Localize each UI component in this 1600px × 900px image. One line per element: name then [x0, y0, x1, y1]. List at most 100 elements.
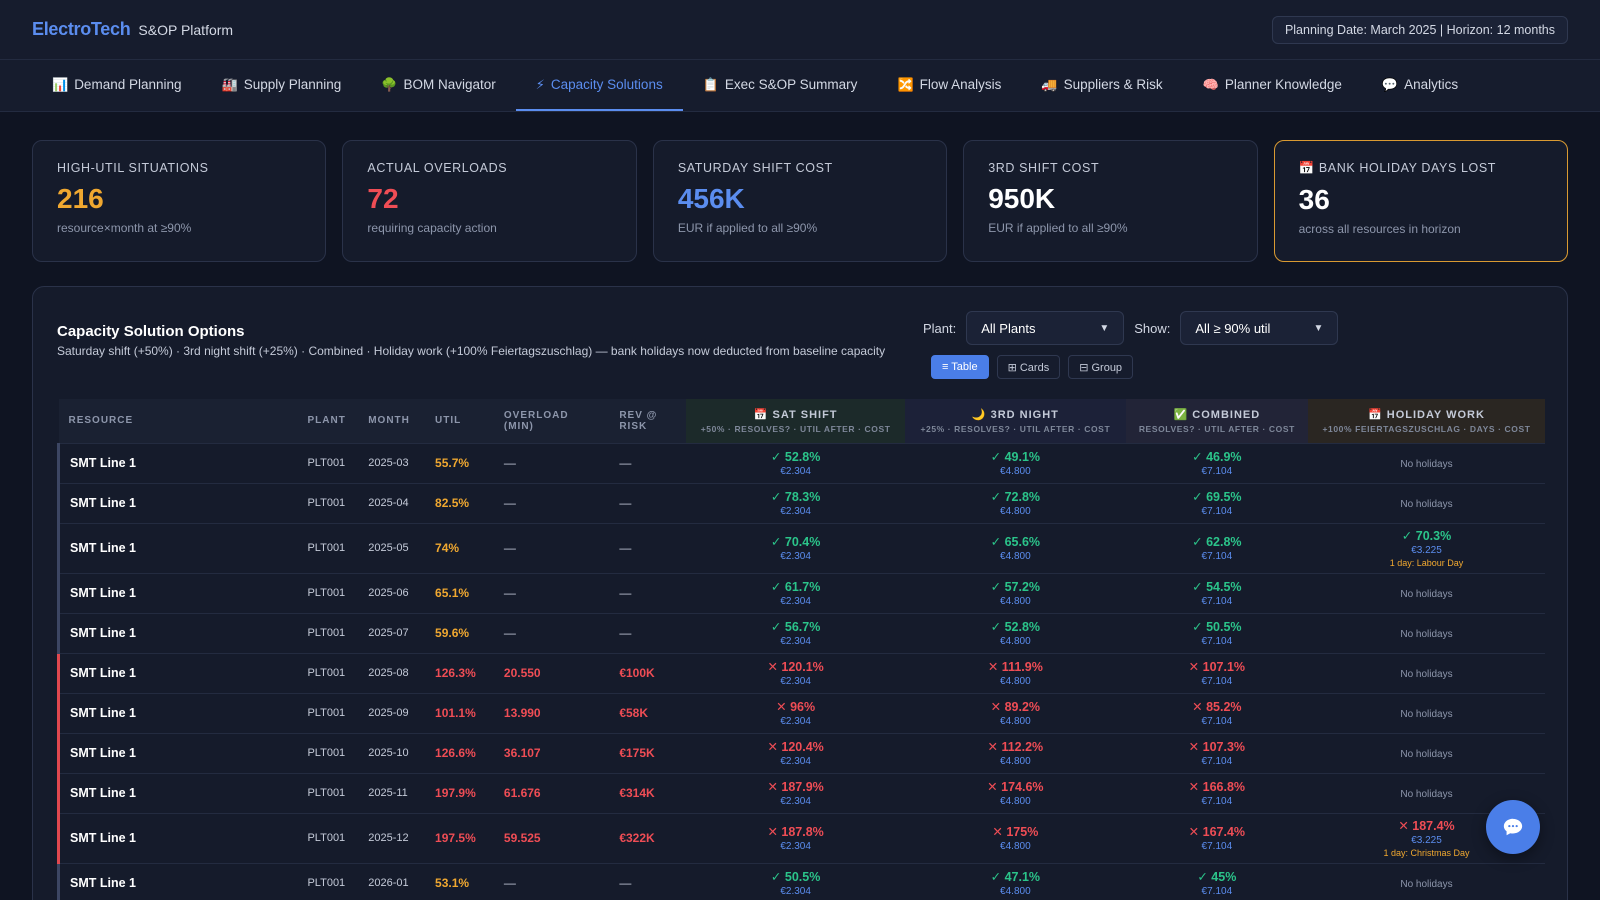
holiday-note: 1 day: Labour Day	[1389, 558, 1464, 568]
cell-rev-at-risk: —	[609, 442, 687, 483]
col-util[interactable]: UTIL	[425, 399, 494, 443]
tab-icon: 🚚	[1041, 76, 1058, 92]
combined-cell-util: ✓ 46.9%	[1192, 450, 1242, 464]
tab-supply-planning[interactable]: 🏭 Supply Planning	[202, 60, 362, 111]
table-row[interactable]: SMT Line 1 PLT001 2025-08 126.3% 20.550 €100K…	[57, 652, 1545, 693]
third-night-cell-cost: €4.800	[1000, 796, 1031, 807]
tab-planner-knowledge[interactable]: 🧠 Planner Knowledge	[1183, 60, 1362, 111]
plant-filter-label: Plant:	[923, 320, 957, 336]
panel-title: Capacity Solution Options	[57, 323, 245, 340]
tab-suppliers-risk[interactable]: 🚚 Suppliers & Risk	[1021, 60, 1182, 111]
tab-flow-analysis[interactable]: 🔀 Flow Analysis	[877, 60, 1021, 111]
sat-shift-cell: ✕ 187.9% €2.304	[686, 772, 905, 813]
holiday-cell: No holidays	[1307, 572, 1545, 613]
sat-shift-cell-cost: €2.304	[780, 596, 811, 607]
tab-demand-planning[interactable]: 📊 Demand Planning	[32, 60, 202, 111]
tab-bom-navigator[interactable]: 🌳 BOM Navigator	[361, 60, 515, 111]
tab-capacity-solutions[interactable]: ⚡ Capacity Solutions	[515, 60, 683, 111]
table-row[interactable]: SMT Line 1 PLT001 2025-04 82.5% — — ✓ 78.3% €2.…	[57, 482, 1545, 523]
cell-rev-at-risk: —	[609, 522, 687, 573]
brand-subtitle: S&OP Platform	[138, 22, 234, 38]
third-night-cell-util: ✓ 72.8%	[990, 490, 1041, 504]
table-row[interactable]: SMT Line 1 PLT001 2025-03 55.7% — — ✓ 52.8% €2.…	[57, 442, 1545, 483]
cell-rev-at-risk: €314K	[609, 772, 687, 813]
table-row[interactable]: SMT Line 1 PLT001 2025-11 197.9% 61.676 €314K…	[57, 772, 1545, 813]
third-night-cell-util: ✓ 49.1%	[990, 450, 1041, 464]
no-holidays-text: No holidays	[1400, 499, 1453, 510]
tab-icon: ⚡	[535, 76, 545, 92]
plant-select[interactable]: All Plants ▼	[966, 311, 1125, 345]
combined-cell-cost: €7.104	[1201, 886, 1233, 898]
col-sat-shift[interactable]: 📅 SAT SHIFT +50% · RESOLVES? · UTIL AFTE…	[686, 399, 905, 443]
cards-view-button[interactable]: ⊞ Cards	[996, 355, 1061, 379]
combined-cell-cost: €7.104	[1201, 716, 1233, 727]
cell-plant: PLT001	[297, 652, 359, 693]
third-night-cell-util: ✕ 111.9%	[987, 660, 1043, 674]
cell-util: 126.6%	[425, 732, 494, 773]
sat-shift-cell-util: ✓ 50.5%	[770, 870, 821, 885]
col-holiday-work[interactable]: 📅 HOLIDAY WORK +100% FEIERTAGSZUSCHLAG ·…	[1307, 399, 1545, 443]
combined-cell-cost: €7.104	[1201, 796, 1233, 807]
chat-button[interactable]	[1486, 800, 1540, 854]
col-combined[interactable]: ✅ COMBINED RESOLVES? · UTIL AFTER · COST	[1125, 399, 1308, 443]
cell-plant: PLT001	[297, 772, 359, 813]
table-row[interactable]: SMT Line 1 PLT001 2025-05 74% — — ✓ 70.4% €2.30…	[57, 522, 1545, 573]
cell-plant: PLT001	[297, 812, 359, 863]
show-filter-label: Show:	[1134, 320, 1171, 336]
third-night-cell-util: ✓ 65.6%	[990, 535, 1041, 549]
combined-cell: ✓ 45% €7.104	[1125, 862, 1308, 900]
cell-util: 59.6%	[425, 612, 494, 653]
holiday-work-sub: +100% FEIERTAGSZUSCHLAG · DAYS · COST	[1322, 423, 1531, 434]
tab-exec-s-op-summary[interactable]: 📋 Exec S&OP Summary	[683, 60, 878, 111]
cell-plant: PLT001	[297, 612, 359, 653]
col-month[interactable]: MONTH	[358, 399, 426, 443]
kpi-label: HIGH-UTIL SITUATIONS	[57, 161, 209, 175]
group-view-button[interactable]: ⊟ Group	[1068, 355, 1134, 379]
view-toggle: ≡ Table ⊞ Cards ⊟ Group	[931, 355, 1543, 379]
third-night-title: 🌙 3RD NIGHT	[971, 408, 1059, 421]
combined-title: ✅ COMBINED	[1173, 408, 1261, 421]
combined-cell-cost: €7.104	[1201, 551, 1233, 562]
tab-label: BOM Navigator	[403, 77, 496, 92]
cell-rev-at-risk: €175K	[609, 732, 687, 773]
kpi-card: 📅 BANK HOLIDAY DAYS LOST 36 across all res…	[1273, 140, 1569, 262]
table-row[interactable]: SMT Line 1 PLT001 2025-10 126.6% 36.107 €175K…	[57, 732, 1545, 773]
cell-util: 55.7%	[425, 442, 494, 483]
cell-rev-at-risk: €322K	[609, 812, 687, 863]
brand-logo[interactable]: ElectroTech	[32, 19, 131, 40]
show-select[interactable]: All ≥ 90% util ▼	[1180, 311, 1339, 345]
cell-month: 2025-04	[358, 482, 426, 523]
sat-shift-cell: ✓ 52.8% €2.304	[686, 442, 905, 483]
table-view-button[interactable]: ≡ Table	[931, 355, 989, 379]
no-holidays-text: No holidays	[1400, 749, 1453, 760]
table-row[interactable]: SMT Line 1 PLT001 2025-07 59.6% — — ✓ 56.7% €2.…	[57, 612, 1545, 653]
table-row[interactable]: SMT Line 1 PLT001 2025-09 101.1% 13.990 €58K ✕…	[57, 692, 1545, 733]
cell-overload: —	[493, 612, 610, 653]
cell-overload: —	[493, 522, 610, 573]
sat-shift-cell-cost: €2.304	[780, 676, 811, 687]
col-overload[interactable]: OVERLOAD (MIN)	[493, 399, 610, 443]
third-night-cell-util: ✓ 52.8%	[990, 620, 1041, 634]
third-night-cell-util: ✓ 47.1%	[990, 870, 1041, 885]
col-plant[interactable]: PLANT	[297, 399, 359, 443]
cell-month: 2026-01	[358, 862, 426, 900]
third-night-cell-cost: €4.800	[1000, 506, 1031, 517]
col-rev-at-risk[interactable]: REV @ RISK	[609, 399, 687, 443]
kpi-value: 72	[367, 183, 399, 214]
col-resource[interactable]: RESOURCE	[58, 399, 298, 443]
table-row[interactable]: SMT Line 1 PLT001 2026-01 53.1% — — ✓ 50.5% €2.…	[57, 862, 1545, 900]
tab-label: Exec S&OP Summary	[724, 77, 858, 92]
tab-label: Flow Analysis	[919, 77, 1002, 92]
sat-shift-cell-cost: €2.304	[780, 841, 811, 852]
cell-resource: SMT Line 1	[57, 612, 298, 653]
cell-resource: SMT Line 1	[57, 772, 298, 813]
table-row[interactable]: SMT Line 1 PLT001 2025-12 197.5% 59.525 €322K…	[57, 812, 1545, 863]
combined-cell: ✕ 107.3% €7.104	[1125, 732, 1308, 773]
cell-overload: 36.107	[493, 732, 610, 773]
cell-overload: —	[493, 572, 610, 613]
table-row[interactable]: SMT Line 1 PLT001 2025-06 65.1% — — ✓ 61.7% €2.…	[57, 572, 1545, 613]
tab-analytics[interactable]: 💬 Analytics	[1362, 60, 1478, 111]
cell-month: 2025-08	[358, 652, 426, 693]
cell-rev-at-risk: —	[609, 572, 687, 613]
col-third-night[interactable]: 🌙 3RD NIGHT +25% · RESOLVES? · UTIL AFTE…	[904, 399, 1126, 443]
